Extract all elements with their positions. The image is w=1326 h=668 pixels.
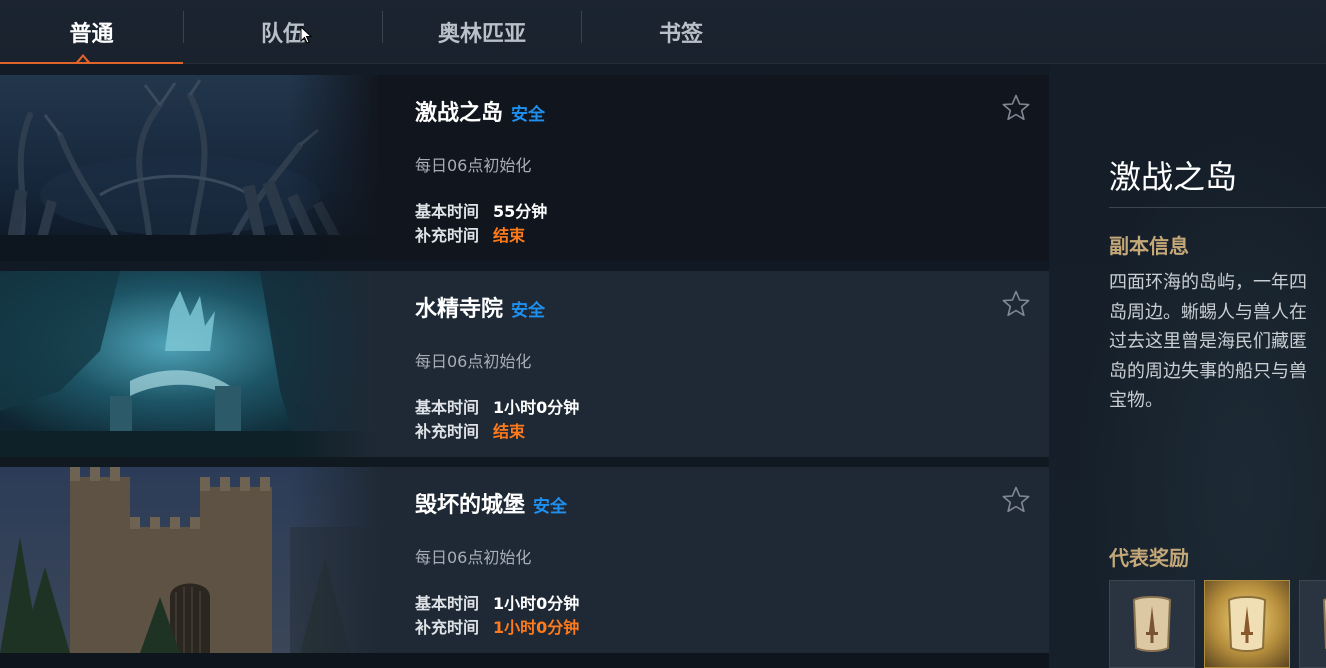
dungeon-card-battle-island[interactable]: 激战之岛 安全 每日06点初始化 基本时间 55分钟 补充时间 结束 [0, 75, 1049, 261]
scroll-icon [1227, 596, 1267, 652]
thumbnail-fade [290, 75, 380, 261]
dungeon-card-water-temple[interactable]: 水精寺院 安全 每日06点初始化 基本时间 1小时0分钟 补充时间 结束 [0, 271, 1049, 457]
active-tab-indicator [0, 62, 183, 64]
reset-info: 每日06点初始化 [415, 156, 532, 175]
base-time-value: 1小时0分钟 [493, 594, 580, 613]
base-time-value: 1小时0分钟 [493, 398, 580, 417]
extra-time-value: 1小时0分钟 [493, 618, 580, 637]
extra-time-value: 结束 [493, 226, 526, 245]
reward-slot[interactable] [1109, 580, 1195, 668]
base-time-row: 基本时间 1小时0分钟 [415, 398, 580, 417]
bookmark-star-icon[interactable] [1001, 93, 1031, 123]
dungeon-name: 水精寺院 安全 [415, 297, 546, 322]
tab-bar: 普通 队伍 奥林匹亚 书签 [0, 0, 1326, 64]
dungeon-description: 四面环海的岛屿，一年四 岛周边。蜥蜴人与兽人在 过去这里曾是海民们藏匿 岛的周边… [1109, 268, 1326, 416]
thumbnail-fade [290, 467, 380, 653]
tab-olympia[interactable]: 奥林匹亚 [383, 0, 581, 64]
dungeon-info-heading: 副本信息 [1109, 234, 1189, 258]
reward-slot[interactable] [1299, 580, 1326, 668]
base-time-value: 55分钟 [493, 202, 548, 221]
detail-divider [1109, 207, 1326, 208]
dungeon-name: 激战之岛 安全 [415, 101, 546, 126]
dungeon-list: 激战之岛 安全 每日06点初始化 基本时间 55分钟 补充时间 结束 水精寺院 … [0, 75, 1049, 663]
detail-title: 激战之岛 [1109, 158, 1238, 196]
dungeon-card-ruined-castle[interactable]: 毁坏的城堡 安全 每日06点初始化 基本时间 1小时0分钟 补充时间 1小时0分钟 [0, 467, 1049, 653]
safety-badge: 安全 [511, 105, 546, 125]
tab-party[interactable]: 队伍 [184, 0, 382, 64]
tab-normal[interactable]: 普通 [0, 0, 183, 64]
description-line: 过去这里曾是海民们藏匿 [1109, 331, 1307, 352]
description-line: 岛周边。蜥蜴人与兽人在 [1109, 301, 1307, 323]
extra-time-row: 补充时间 1小时0分钟 [415, 618, 580, 637]
mouse-cursor-icon [300, 26, 312, 44]
extra-time-value: 结束 [493, 422, 526, 441]
description-line: 四面环海的岛屿，一年四 [1109, 272, 1307, 293]
scroll-icon [1322, 598, 1326, 650]
extra-time-row: 补充时间 结束 [415, 422, 526, 441]
description-line: 宝物。 [1109, 390, 1163, 411]
bookmark-star-icon[interactable] [1001, 289, 1031, 319]
dungeon-detail-panel: 激战之岛 副本信息 四面环海的岛屿，一年四 岛周边。蜥蜴人与兽人在 过去这里曾是… [1049, 64, 1326, 668]
rewards-heading: 代表奖励 [1109, 546, 1189, 570]
reset-info: 每日06点初始化 [415, 548, 532, 567]
safety-badge: 安全 [533, 497, 568, 517]
thumbnail-fade [290, 271, 380, 457]
tab-bookmarks[interactable]: 书签 [582, 0, 780, 64]
reset-info: 每日06点初始化 [415, 352, 532, 371]
base-time-row: 基本时间 1小时0分钟 [415, 594, 580, 613]
description-line: 岛的周边失事的船只与兽 [1109, 360, 1307, 382]
bookmark-star-icon[interactable] [1001, 485, 1031, 515]
dungeon-select-screen: 普通 队伍 奥林匹亚 书签 激战之岛 安全 每日06点初始化 基本时间 55分钟… [0, 0, 1326, 668]
dungeon-name: 毁坏的城堡 安全 [415, 493, 568, 518]
base-time-row: 基本时间 55分钟 [415, 202, 548, 221]
extra-time-row: 补充时间 结束 [415, 226, 526, 245]
reward-slot-highlighted[interactable] [1204, 580, 1290, 668]
active-tab-caret-icon [76, 54, 90, 62]
scroll-icon [1132, 596, 1172, 652]
safety-badge: 安全 [511, 301, 546, 321]
